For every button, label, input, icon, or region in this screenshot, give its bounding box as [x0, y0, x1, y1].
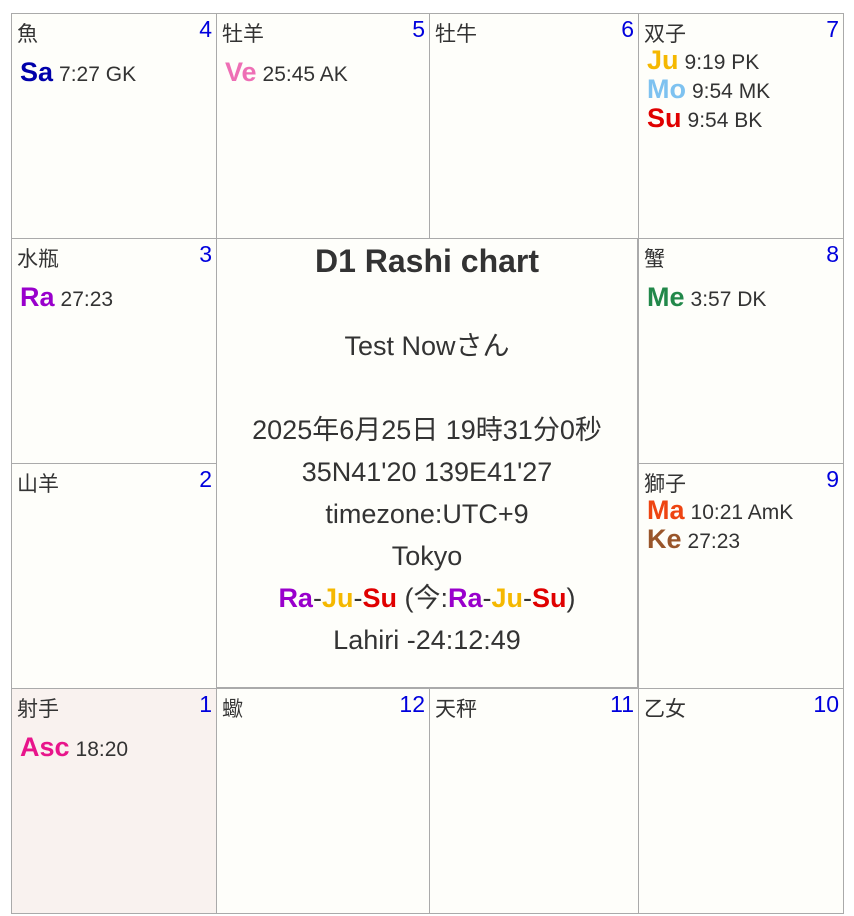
planet-list: Sa 7:27 GK: [20, 58, 136, 87]
dasha-line: Ra-Ju-Su (今:Ra-Ju-Su): [278, 583, 576, 613]
dasha-planet: Ra: [448, 583, 483, 613]
sign-label: 牡牛: [435, 22, 477, 46]
planet-entry: Ke 27:23: [647, 525, 793, 554]
house-number: 1: [199, 691, 212, 717]
house-cell-capricorn: 山羊 2: [11, 463, 217, 689]
dasha-separator: -: [482, 583, 492, 613]
planet-list: Me 3:57 DK: [647, 283, 766, 312]
sign-label: 天秤: [435, 697, 477, 721]
house-number: 12: [399, 691, 425, 717]
planet-abbr: Ra: [20, 282, 55, 312]
planet-degree: 27:23: [60, 288, 114, 311]
planet-list: Ma 10:21 AmK Ke 27:23: [647, 496, 793, 554]
dasha-now-label: 今:: [413, 583, 448, 613]
planet-abbr: Me: [647, 282, 685, 312]
house-cell-virgo: 乙女 10: [638, 688, 844, 914]
house-cell-gemini: 双子 7 Ju 9:19 PK Mo 9:54 MK Su 9:54 BK: [638, 13, 844, 239]
house-cell-sagittarius: 射手 1 Asc 18:20: [11, 688, 217, 914]
rashi-chart: 魚 4 Sa 7:27 GK 牡羊 5 Ve 25:45 AK 牡牛 6 双子 7 Ju 9:19 PK M…: [11, 13, 844, 914]
house-number: 7: [826, 16, 839, 42]
planet-abbr: Sa: [20, 57, 54, 87]
house-cell-leo: 獅子 9 Ma 10:21 AmK Ke 27:23: [638, 463, 844, 689]
birth-place: Tokyo: [391, 541, 463, 571]
house-number: 5: [412, 16, 425, 42]
sign-label: 乙女: [644, 697, 686, 721]
planet-entry: Mo 9:54 MK: [647, 75, 770, 104]
sign-label: 双子: [644, 22, 686, 46]
birth-datetime: 2025年6月25日 19時31分0秒: [252, 415, 602, 445]
dasha-separator: -: [312, 583, 322, 613]
house-number: 11: [610, 691, 634, 717]
planet-degree: 18:20: [75, 738, 129, 761]
planet-degree: 9:54 BK: [687, 109, 763, 132]
planet-degree: 7:27 GK: [59, 63, 137, 86]
house-cell-aries: 牡羊 5 Ve 25:45 AK: [216, 13, 430, 239]
house-cell-cancer: 蟹 8 Me 3:57 DK: [638, 238, 844, 464]
planet-entry: Asc 18:20: [20, 733, 128, 762]
planet-list: Ju 9:19 PK Mo 9:54 MK Su 9:54 BK: [647, 46, 770, 133]
planet-entry: Sa 7:27 GK: [20, 58, 136, 87]
dasha-now: Ra-Ju-Su: [448, 583, 567, 613]
planet-entry: Ma 10:21 AmK: [647, 496, 793, 525]
dasha-planet: Ju: [321, 583, 354, 613]
planet-degree: 10:21 AmK: [690, 501, 794, 524]
sign-label: 獅子: [644, 472, 686, 496]
chart-title: D1 Rashi chart: [314, 243, 540, 279]
sign-label: 水瓶: [17, 247, 59, 271]
planet-degree: 3:57 DK: [690, 288, 767, 311]
planet-list: Asc 18:20: [20, 733, 128, 762]
dasha-planet: Su: [362, 583, 397, 613]
house-cell-taurus: 牡牛 6: [429, 13, 639, 239]
planet-abbr: Su: [647, 103, 682, 133]
house-number: 4: [199, 16, 212, 42]
planet-abbr: Ju: [647, 45, 679, 75]
planet-abbr: Mo: [647, 74, 686, 104]
timezone-label: timezone:UTC+9: [325, 499, 529, 529]
dasha-birth: Ra-Ju-Su: [278, 583, 397, 613]
sign-label: 蟹: [644, 247, 665, 271]
sign-label: 魚: [17, 22, 38, 46]
planet-abbr: Ma: [647, 495, 685, 525]
dasha-planet: Su: [532, 583, 567, 613]
planet-entry: Me 3:57 DK: [647, 283, 766, 312]
house-number: 6: [621, 16, 634, 42]
planet-entry: Ju 9:19 PK: [647, 46, 770, 75]
dasha-planet: Ju: [491, 583, 524, 613]
house-cell-pisces: 魚 4 Sa 7:27 GK: [11, 13, 217, 239]
planet-abbr: Asc: [20, 732, 70, 762]
house-number: 9: [826, 466, 839, 492]
house-number: 8: [826, 241, 839, 267]
planet-degree: 9:19 PK: [684, 51, 760, 74]
planet-abbr: Ke: [647, 524, 682, 554]
house-cell-libra: 天秤 11: [429, 688, 639, 914]
planet-list: Ve 25:45 AK: [225, 58, 348, 87]
house-number: 3: [199, 241, 212, 267]
house-number: 10: [813, 691, 839, 717]
house-number: 2: [199, 466, 212, 492]
house-cell-aquarius: 水瓶 3 Ra 27:23: [11, 238, 217, 464]
planet-entry: Ra 27:23: [20, 283, 113, 312]
ayanamsa-label: Lahiri -24:12:49: [333, 625, 521, 655]
planet-degree: 9:54 MK: [691, 80, 771, 103]
planet-degree: 27:23: [687, 530, 741, 553]
planet-list: Ra 27:23: [20, 283, 113, 312]
sign-label: 射手: [17, 697, 59, 721]
planet-entry: Su 9:54 BK: [647, 104, 770, 133]
native-name: Test Nowさん: [344, 331, 510, 361]
dasha-planet: Ra: [278, 583, 313, 613]
birth-coordinates: 35N41'20 139E41'27: [301, 457, 553, 487]
planet-entry: Ve 25:45 AK: [225, 58, 348, 87]
planet-degree: 25:45 AK: [262, 63, 348, 86]
sign-label: 山羊: [17, 472, 59, 496]
planet-abbr: Ve: [225, 57, 257, 87]
sign-label: 牡羊: [222, 22, 264, 46]
dasha-separator: -: [523, 583, 533, 613]
chart-info-panel: D1 Rashi chart Test Nowさん 2025年6月25日 19時…: [216, 238, 638, 688]
house-cell-scorpio: 蠍 12: [216, 688, 430, 914]
sign-label: 蠍: [222, 697, 243, 721]
